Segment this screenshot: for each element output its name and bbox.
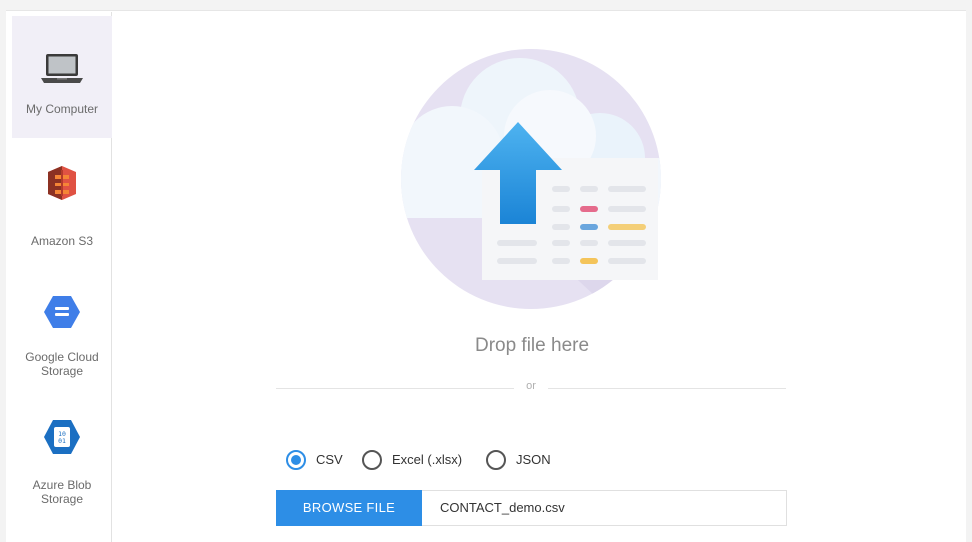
source-label: Azure Blob Storage: [32, 478, 92, 506]
divider-left: [276, 388, 514, 389]
or-separator: or: [526, 380, 536, 392]
format-label: CSV: [316, 452, 343, 467]
file-format-options: CSV Excel (.xlsx) JSON: [286, 448, 586, 472]
source-sidebar: My Computer Amazon S3 Google Cloud Stora…: [12, 12, 112, 542]
source-azure-blob-storage[interactable]: 10 01 Azure Blob Storage: [12, 404, 112, 520]
radio-button[interactable]: [286, 450, 306, 470]
divider-right: [548, 388, 786, 389]
selected-file-field[interactable]: CONTACT_demo.csv: [422, 490, 787, 526]
google-cloud-storage-icon: [42, 294, 82, 335]
source-label: Amazon S3: [30, 234, 94, 248]
amazon-s3-icon: [45, 164, 79, 207]
laptop-icon: [40, 52, 84, 91]
drop-file-text: Drop file here: [474, 335, 590, 356]
format-label: Excel (.xlsx): [392, 452, 463, 467]
format-label: JSON: [516, 452, 551, 467]
radio-button[interactable]: [486, 450, 506, 470]
browse-file-button[interactable]: BROWSE FILE: [276, 490, 422, 526]
svg-text:01: 01: [58, 437, 66, 445]
azure-blob-storage-icon: 10 01: [43, 418, 81, 461]
source-google-cloud-storage[interactable]: Google Cloud Storage: [12, 274, 112, 390]
source-label: Google Cloud Storage: [25, 350, 99, 378]
source-label: My Computer: [25, 102, 99, 116]
radio-button[interactable]: [362, 450, 382, 470]
source-amazon-s3[interactable]: Amazon S3: [12, 150, 112, 260]
source-my-computer[interactable]: My Computer: [12, 16, 112, 138]
upload-illustration: [400, 48, 662, 310]
